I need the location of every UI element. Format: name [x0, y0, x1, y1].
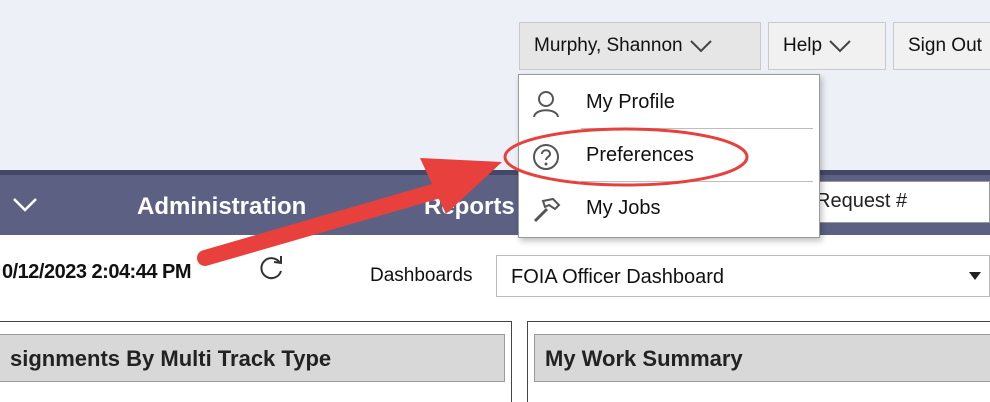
dashboard-content: 0/12/2023 2:04:44 PM Dashboards FOIA Off…	[0, 235, 990, 402]
menu-item-label: My Jobs	[586, 197, 661, 219]
dashboards-label: Dashboards	[370, 265, 473, 286]
dashboard-select[interactable]: FOIA Officer Dashboard	[496, 255, 990, 297]
user-icon	[533, 91, 559, 118]
menu-item-preferences[interactable]: Preferences	[519, 130, 819, 182]
menu-item-label: Preferences	[586, 144, 694, 166]
user-dropdown-menu: My Profile Preferences My Jobs	[518, 74, 820, 238]
menu-divider	[581, 128, 813, 129]
chevron-down-icon	[829, 40, 851, 53]
question-circle-icon	[533, 144, 559, 170]
panel-assignments-title: signments By Multi Track Type	[0, 334, 505, 382]
panel-assignments: signments By Multi Track Type	[0, 321, 512, 402]
caret-down-icon	[969, 272, 981, 280]
search-request-input[interactable]: Request #	[803, 181, 990, 223]
menu-divider	[581, 181, 813, 182]
chevron-down-icon[interactable]	[12, 197, 38, 213]
sign-out-button[interactable]: Sign Out	[893, 22, 990, 70]
menu-item-my-profile[interactable]: My Profile	[519, 77, 819, 129]
menu-item-label: My Profile	[586, 91, 675, 113]
sign-out-label: Sign Out	[908, 35, 982, 56]
nav-reports[interactable]: Reports	[424, 193, 515, 221]
menu-item-my-jobs[interactable]: My Jobs	[519, 183, 819, 235]
help-label: Help	[783, 35, 823, 56]
nav-administration[interactable]: Administration	[137, 193, 306, 221]
last-updated-timestamp: 0/12/2023 2:04:44 PM	[2, 261, 192, 283]
user-menu-button[interactable]: Murphy, Shannon	[519, 22, 761, 70]
user-menu-label: Murphy, Shannon	[534, 35, 683, 56]
panel-work-summary-title: My Work Summary	[534, 334, 990, 382]
search-value: Request #	[816, 190, 908, 212]
chevron-down-icon	[689, 40, 712, 53]
help-menu-button[interactable]: Help	[768, 22, 886, 70]
hammer-icon	[533, 197, 561, 223]
refresh-icon[interactable]	[256, 253, 286, 283]
panel-work-summary: My Work Summary	[527, 321, 990, 402]
dashboard-select-value: FOIA Officer Dashboard	[511, 266, 725, 288]
